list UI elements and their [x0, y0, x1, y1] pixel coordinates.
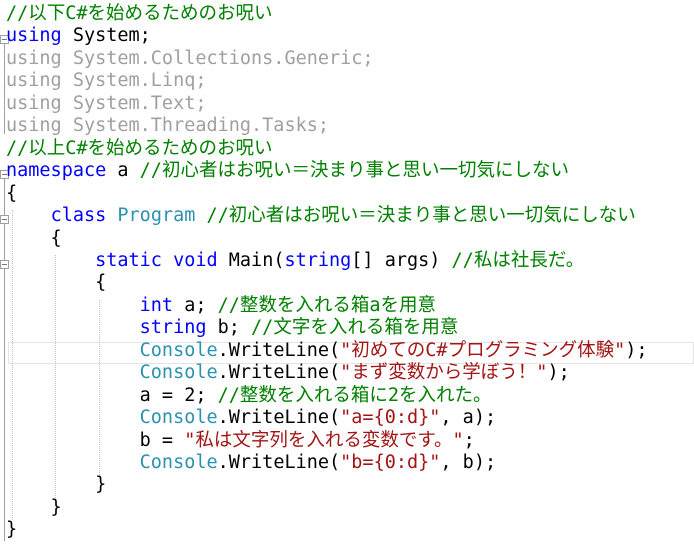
code-token-plain: }	[6, 496, 62, 518]
code-token-comment: //初心者はお呪い＝決まり事と思い一切気にしない	[139, 160, 569, 182]
code-line[interactable]: }	[6, 474, 106, 496]
code-token-plain: }	[6, 474, 107, 496]
code-token-keyword: using	[6, 25, 62, 47]
code-token-plain: a	[106, 160, 140, 182]
code-token-keyword: class	[50, 205, 107, 227]
code-token-unused: using System.Linq;	[6, 70, 207, 92]
code-token-plain: .WriteLine(	[217, 452, 341, 473]
code-token-plain: [] args)	[351, 249, 452, 271]
code-token-plain: , a);	[440, 407, 497, 429]
code-token-plain: a = 2;	[6, 384, 218, 406]
code-line[interactable]: //以下C#を始めるためのお呪い	[6, 3, 273, 25]
code-line[interactable]: Console.WriteLine("初めてのC#プログラミング体験");	[6, 340, 648, 362]
code-line[interactable]: using System;	[6, 25, 151, 47]
code-line[interactable]: string b; //文字を入れる箱を用意	[6, 317, 459, 339]
code-token-comment: //初心者はお呪い＝決まり事と思い一切気にしない	[206, 205, 636, 227]
code-line[interactable]: using System.Collections.Generic;	[6, 48, 374, 70]
code-line[interactable]: int a; //整数を入れる箱aを用意	[6, 295, 436, 317]
code-line[interactable]: Console.WriteLine("b={0:d}", b);	[6, 452, 496, 474]
code-line[interactable]: using System.Threading.Tasks;	[6, 115, 329, 137]
code-token-keyword: string	[284, 249, 352, 271]
code-token-plain: Main(	[217, 249, 285, 271]
code-token-string: "まず変数から学ぼう！"	[340, 362, 548, 384]
code-token-plain: }	[6, 519, 18, 541]
code-token-plain: );	[547, 362, 570, 384]
code-line[interactable]: }	[6, 497, 62, 519]
code-token-comment: //文字を入れる箱を用意	[251, 317, 459, 339]
code-token-comment: //以下C#を始めるためのお呪い	[6, 3, 273, 24]
code-token-comment: //私は社長だ。	[451, 249, 585, 271]
code-token-plain: );	[625, 339, 648, 361]
code-token-type: Console	[139, 339, 218, 361]
code-token-plain: {	[6, 227, 62, 249]
code-line[interactable]: Console.WriteLine("a={0:d}", a);	[6, 407, 496, 429]
code-token-unused: using System.Collections.Generic;	[6, 47, 374, 69]
code-token-unused: using System.Threading.Tasks;	[6, 115, 330, 137]
code-token-plain: ;	[463, 429, 475, 451]
code-editor[interactable]: //以下C#を始めるためのお呪い using System; using Syste…	[0, 0, 694, 544]
code-line[interactable]: class Program //初心者はお呪い＝決まり事と思い一切気にしない	[6, 205, 636, 227]
outline-bar	[4, 44, 5, 134]
code-token-keyword: static	[95, 249, 162, 271]
code-line[interactable]: {	[6, 228, 62, 250]
code-token-keyword: void	[173, 249, 218, 271]
code-line[interactable]: a = 2; //整数を入れる箱に2を入れた。	[6, 385, 492, 407]
code-token-string: "初めてのC#プログラミング体験"	[340, 339, 626, 361]
code-token-type: Console	[139, 452, 218, 473]
code-token-string: "b={0:d}"	[340, 452, 441, 473]
code-line[interactable]: {	[6, 272, 106, 294]
code-token-type: Console	[139, 362, 218, 384]
code-token-plain: System;	[61, 25, 151, 47]
outline-bar	[4, 179, 5, 541]
code-token-plain: {	[6, 272, 107, 294]
code-line[interactable]: static void Main(string[] args) //私は社長だ。	[6, 250, 584, 272]
code-line[interactable]: Console.WriteLine("まず変数から学ぼう！");	[6, 362, 570, 384]
code-token-type: Program	[117, 205, 196, 227]
code-line[interactable]: namespace a //初心者はお呪い＝決まり事と思い一切気にしない	[6, 160, 569, 182]
code-line[interactable]: {	[6, 183, 17, 205]
code-token-keyword: int	[139, 294, 174, 316]
code-line[interactable]: //以上C#を始めるためのお呪い	[6, 138, 273, 160]
code-token-type: Console	[139, 407, 218, 429]
code-line[interactable]: b = "私は文字列を入れる変数です。";	[6, 430, 475, 452]
code-line[interactable]: }	[6, 519, 17, 541]
code-token-plain: a;	[173, 294, 218, 316]
code-token-plain: {	[6, 182, 18, 204]
code-token-plain: , b);	[440, 452, 497, 473]
code-token-unused: using System.Text;	[6, 92, 207, 114]
code-token-string: "a={0:d}"	[340, 407, 441, 429]
code-token-keyword: string	[139, 317, 207, 339]
code-line[interactable]: using System.Linq;	[6, 70, 206, 92]
code-token-plain: b;	[206, 317, 252, 339]
code-line[interactable]: using System.Text;	[6, 93, 206, 115]
code-token-plain: .WriteLine(	[217, 339, 341, 361]
code-token-comment: //以上C#を始めるためのお呪い	[6, 137, 273, 159]
code-token-keyword: namespace	[6, 160, 107, 182]
code-token-plain: .WriteLine(	[217, 407, 341, 429]
code-token-comment: //整数を入れる箱aを用意	[217, 294, 437, 316]
code-token-comment: //整数を入れる箱に2を入れた。	[217, 384, 492, 406]
code-token-plain: .WriteLine(	[217, 362, 341, 384]
code-token-plain: b =	[6, 429, 185, 451]
code-token-string: "私は文字列を入れる変数です。"	[184, 429, 464, 451]
